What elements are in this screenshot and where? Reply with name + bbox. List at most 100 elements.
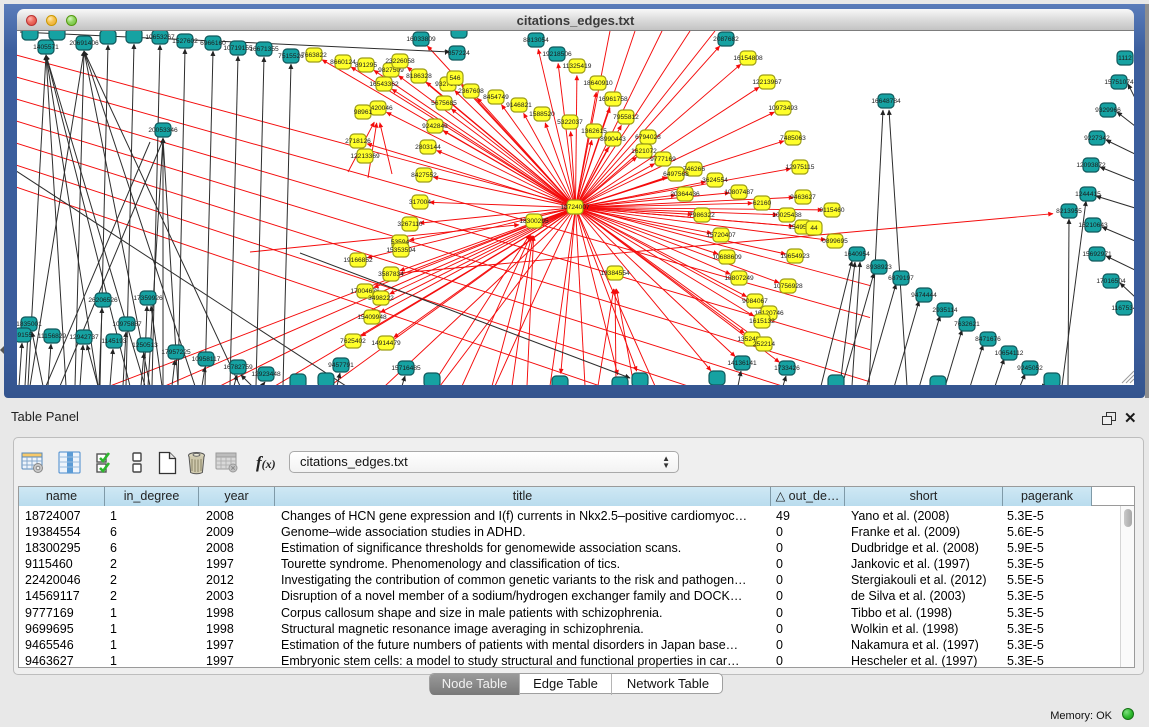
svg-text:15692971: 15692971 <box>1082 251 1112 258</box>
svg-text:14914479: 14914479 <box>371 340 401 347</box>
svg-text:15720407: 15720407 <box>706 232 736 239</box>
svg-text:8427552: 8427552 <box>411 172 437 179</box>
svg-text:3624554: 3624554 <box>702 177 728 184</box>
svg-text:317004: 317004 <box>409 199 431 206</box>
svg-text:2718126: 2718126 <box>345 138 371 145</box>
svg-text:7857224: 7857224 <box>444 50 470 57</box>
svg-text:1527602: 1527602 <box>172 38 198 45</box>
svg-text:9329966: 9329966 <box>1095 107 1121 114</box>
svg-text:10688609: 10688609 <box>712 254 742 261</box>
svg-text:12942737: 12942737 <box>69 334 99 341</box>
svg-text:1835001: 1835001 <box>17 321 42 328</box>
svg-text:9084067: 9084067 <box>742 298 768 305</box>
svg-text:12093872: 12093872 <box>1076 162 1106 169</box>
svg-text:10025438: 10025438 <box>772 212 802 219</box>
svg-text:10653267: 10653267 <box>145 34 175 41</box>
svg-text:3267110: 3267110 <box>397 221 423 228</box>
svg-text:12975115: 12975115 <box>786 164 815 171</box>
svg-text:10975887: 10975887 <box>112 321 142 328</box>
svg-text:7955812: 7955812 <box>613 114 639 121</box>
svg-text:11325419: 11325419 <box>563 63 592 70</box>
svg-text:8990443: 8990443 <box>600 136 626 143</box>
svg-text:9457791: 9457791 <box>328 362 354 369</box>
svg-text:6879197: 6879197 <box>888 275 914 282</box>
svg-text:9463627: 9463627 <box>790 194 816 201</box>
svg-text:8454749: 8454749 <box>483 94 509 101</box>
svg-text:18640910: 18640910 <box>583 80 613 87</box>
svg-text:15716485: 15716485 <box>391 365 421 372</box>
svg-text:8938923: 8938923 <box>866 264 892 271</box>
svg-text:19384554: 19384554 <box>600 270 630 277</box>
svg-text:10654112: 10654112 <box>995 350 1024 357</box>
svg-text:7632621: 7632621 <box>954 321 980 328</box>
svg-text:26206526: 26206526 <box>88 297 118 304</box>
svg-text:10756928: 10756928 <box>773 283 803 290</box>
svg-text:9777169: 9777169 <box>650 156 676 163</box>
svg-text:0899695: 0899695 <box>822 238 848 245</box>
svg-text:39155: 39155 <box>17 332 32 339</box>
svg-text:7485063: 7485063 <box>780 135 806 142</box>
svg-text:8186328: 8186328 <box>406 73 432 80</box>
svg-text:19166852: 19166852 <box>343 257 373 264</box>
svg-text:9474444: 9474444 <box>911 292 937 299</box>
svg-text:9227342: 9227342 <box>1084 135 1110 142</box>
svg-text:7986322: 7986322 <box>689 212 715 219</box>
svg-text:1112: 1112 <box>1118 55 1132 62</box>
svg-text:12213967: 12213967 <box>752 79 782 86</box>
svg-text:16961758: 16961758 <box>598 96 628 103</box>
svg-text:2935114: 2935114 <box>932 307 958 314</box>
svg-text:2803144: 2803144 <box>415 144 441 151</box>
svg-text:17016504: 17016504 <box>1096 278 1126 285</box>
svg-text:20364436: 20364436 <box>670 191 700 198</box>
svg-text:1733426: 1733426 <box>774 365 800 372</box>
svg-text:18807249: 18807249 <box>724 275 754 282</box>
svg-text:1621072: 1621072 <box>631 148 657 155</box>
svg-text:252214: 252214 <box>753 341 775 348</box>
svg-text:1615132: 1615132 <box>749 318 775 325</box>
svg-text:1588520: 1588520 <box>529 111 555 118</box>
svg-text:98961: 98961 <box>354 109 373 116</box>
svg-text:8660124: 8660124 <box>330 59 356 66</box>
svg-text:9146821: 9146821 <box>506 102 532 109</box>
svg-text:44: 44 <box>810 225 818 232</box>
svg-text:16671355: 16671355 <box>249 46 279 53</box>
svg-text:16033809: 16033809 <box>406 36 436 43</box>
svg-text:5322037: 5322037 <box>557 119 583 126</box>
svg-text:8471676: 8471676 <box>975 336 1001 343</box>
svg-text:23226058: 23226058 <box>385 58 415 65</box>
svg-text:1640954: 1640954 <box>844 251 870 258</box>
svg-text:1145193: 1145193 <box>101 338 127 345</box>
svg-text:18300295: 18300295 <box>519 218 549 225</box>
svg-text:20691406: 20691406 <box>69 40 99 47</box>
svg-text:2087682: 2087682 <box>713 36 739 43</box>
svg-text:62160: 62160 <box>753 200 772 207</box>
svg-text:16648784: 16648784 <box>871 98 901 105</box>
svg-text:9115460: 9115460 <box>819 207 845 214</box>
svg-text:10973493: 10973493 <box>768 105 798 112</box>
svg-text:15409948: 15409948 <box>357 314 387 321</box>
svg-text:1244415: 1244415 <box>1075 191 1101 198</box>
svg-text:16154808: 16154808 <box>733 55 763 62</box>
svg-text:1167534: 1167534 <box>1111 305 1134 312</box>
svg-text:8213955: 8213955 <box>1056 208 1082 215</box>
svg-text:7625402: 7625402 <box>340 338 366 345</box>
svg-text:12923448: 12923448 <box>251 371 281 378</box>
svg-text:15751074: 15751074 <box>1104 79 1134 86</box>
svg-text:11156829: 11156829 <box>38 333 67 340</box>
svg-text:3498222: 3498222 <box>368 295 394 302</box>
svg-text:6497568: 6497568 <box>663 171 689 178</box>
svg-text:6794028: 6794028 <box>635 134 661 141</box>
svg-text:17957225: 17957225 <box>161 349 191 356</box>
svg-text:9245052: 9245052 <box>1017 365 1043 372</box>
svg-text:16782759: 16782759 <box>223 364 253 371</box>
svg-text:20053346: 20053346 <box>148 127 178 134</box>
svg-text:10958117: 10958117 <box>192 356 221 363</box>
svg-text:3587834: 3587834 <box>378 271 404 278</box>
svg-text:1250513: 1250513 <box>132 342 158 349</box>
svg-text:6966160: 6966160 <box>200 40 226 47</box>
svg-text:546: 546 <box>449 75 460 82</box>
svg-text:7663822: 7663822 <box>301 52 327 59</box>
svg-text:15353594: 15353594 <box>386 247 416 254</box>
svg-text:19654923: 19654923 <box>780 253 810 260</box>
svg-text:18724007: 18724007 <box>560 204 590 211</box>
